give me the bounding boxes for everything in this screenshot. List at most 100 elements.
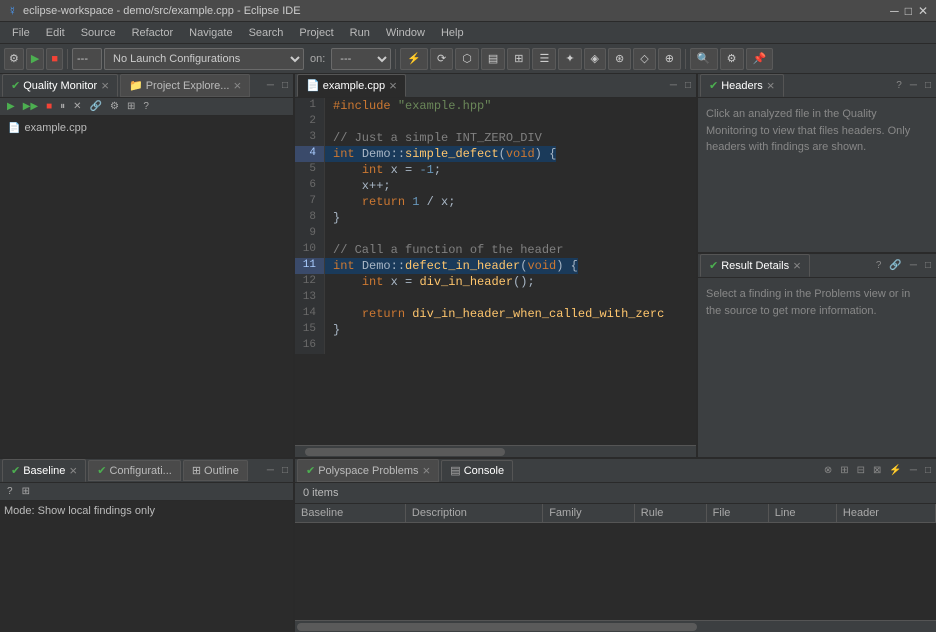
toolbar-btn-10[interactable]: ◇ — [633, 48, 655, 70]
maximize-button[interactable]: □ — [905, 4, 912, 18]
dash-input[interactable] — [72, 48, 102, 70]
lr-btn2[interactable]: ⊟ — [854, 464, 868, 477]
minimize-button[interactable]: ─ — [890, 4, 899, 18]
editor-hscrollbar[interactable] — [295, 445, 696, 457]
toolbar-btn-1[interactable]: ⚡ — [400, 48, 428, 70]
menu-edit[interactable]: Edit — [38, 25, 73, 41]
menu-source[interactable]: Source — [73, 25, 124, 41]
qm-settings-btn[interactable]: ⚙ — [107, 100, 122, 113]
lr-btn1[interactable]: ⊞ — [837, 464, 851, 477]
toolbar-btn-11[interactable]: ⊕ — [658, 48, 681, 70]
lr-filter-btn[interactable]: ⊗ — [821, 464, 835, 477]
tab-result-details[interactable]: ✔ Result Details × — [700, 254, 810, 277]
qm-run2-btn[interactable]: ▶▶ — [20, 100, 41, 113]
pin-toolbar-btn[interactable]: 📌 — [746, 48, 774, 70]
result-link-btn[interactable]: 🔗 — [886, 259, 904, 272]
qm-maximize-btn[interactable]: □ — [279, 79, 291, 92]
lr-maximize-btn[interactable]: □ — [922, 464, 934, 477]
menu-run[interactable]: Run — [342, 25, 378, 41]
tab-example-cpp[interactable]: 📄 example.cpp × — [297, 74, 406, 97]
result-help-btn[interactable]: ? — [873, 259, 885, 272]
code-text-15: } — [325, 322, 340, 338]
stop-button[interactable]: ■ — [46, 48, 63, 70]
ll-settings-btn[interactable]: ⊞ — [19, 485, 33, 498]
lower-hscrollbar[interactable] — [295, 620, 936, 632]
tab-configurati[interactable]: ✔ Configurati... — [88, 460, 181, 481]
pe-tab-close[interactable]: × — [233, 78, 241, 93]
tab-baseline[interactable]: ✔ Baseline × — [2, 459, 86, 482]
editor-tab-close[interactable]: × — [389, 78, 397, 93]
tab-headers[interactable]: ✔ Headers × — [700, 74, 784, 97]
result-minimize-btn[interactable]: ─ — [907, 259, 920, 272]
headers-maximize-btn[interactable]: □ — [922, 79, 934, 92]
headers-tab-close[interactable]: × — [767, 78, 775, 93]
result-tab-close[interactable]: × — [793, 258, 801, 273]
code-text-13 — [325, 290, 340, 306]
qm-run-btn[interactable]: ▶ — [4, 100, 18, 113]
configurati-tab-label: Configurati... — [109, 465, 171, 477]
menu-search[interactable]: Search — [241, 25, 292, 41]
lr-minimize-btn[interactable]: ─ — [907, 464, 920, 477]
on-select[interactable]: --- — [331, 48, 391, 70]
editor-minimize-btn[interactable]: ─ — [667, 79, 680, 92]
toolbar-btn-9[interactable]: ⊛ — [608, 48, 631, 70]
ll-maximize-btn[interactable]: □ — [279, 464, 291, 477]
lr-btn3[interactable]: ⊠ — [870, 464, 884, 477]
result-maximize-btn[interactable]: □ — [922, 259, 934, 272]
run-button[interactable]: ▶ — [26, 48, 44, 70]
tab-project-explorer[interactable]: 📁 Project Explore... × — [120, 74, 250, 97]
qm-pause-btn[interactable]: ⏸ — [57, 100, 68, 113]
lr-btn4[interactable]: ⚡ — [886, 464, 904, 477]
menu-help[interactable]: Help — [433, 25, 472, 41]
qm-clear-btn[interactable]: ✕ — [70, 100, 84, 113]
tab-console[interactable]: ▤ Console — [441, 460, 513, 481]
editor-maximize-btn[interactable]: □ — [682, 79, 694, 92]
toolbar-btn-3[interactable]: ⬡ — [455, 48, 479, 70]
search-toolbar-btn[interactable]: 🔍 — [690, 48, 718, 70]
code-line-11: 11 int Demo::defect_in_header(void) { — [295, 258, 696, 274]
menu-file[interactable]: File — [4, 25, 38, 41]
qm-stop-btn[interactable]: ■ — [43, 100, 55, 113]
menu-window[interactable]: Window — [378, 25, 433, 41]
menu-refactor[interactable]: Refactor — [124, 25, 182, 41]
code-text-3: // Just a simple INT_ZERO_DIV — [325, 130, 542, 146]
menu-navigate[interactable]: Navigate — [181, 25, 240, 41]
launch-config-select[interactable]: No Launch Configurations — [104, 48, 304, 70]
qm-tab-close[interactable]: × — [101, 78, 109, 93]
toolbar-btn-6[interactable]: ☰ — [532, 48, 556, 70]
polyspace-tab-close[interactable]: × — [423, 463, 431, 478]
run-external-button[interactable]: ⚙ — [4, 48, 24, 70]
code-text-11: int Demo::defect_in_header(void) { — [325, 258, 578, 274]
line-num-7: 7 — [295, 194, 325, 210]
qm-expand-btn[interactable]: ⊞ — [124, 100, 138, 113]
menu-project[interactable]: Project — [291, 25, 341, 41]
line-num-13: 13 — [295, 290, 325, 306]
headers-help-btn[interactable]: ? — [893, 79, 905, 92]
close-button[interactable]: ✕ — [918, 4, 928, 18]
baseline-tab-close[interactable]: × — [69, 463, 77, 478]
ll-help-btn[interactable]: ? — [4, 485, 16, 498]
headers-minimize-btn[interactable]: ─ — [907, 79, 920, 92]
qm-link-btn[interactable]: 🔗 — [87, 100, 105, 113]
toolbar-btn-5[interactable]: ⊞ — [507, 48, 530, 70]
tab-polyspace-problems[interactable]: ✔ Polyspace Problems × — [297, 459, 439, 482]
toolbar-btn-2[interactable]: ⟳ — [430, 48, 453, 70]
tab-outline[interactable]: ⊞ Outline — [183, 460, 248, 481]
code-area[interactable]: 1 #include "example.hpp" 2 3 // Just a s… — [295, 98, 696, 445]
toolbar-btn-8[interactable]: ◈ — [584, 48, 606, 70]
ll-minimize-btn[interactable]: ─ — [264, 464, 277, 477]
editor-hscrollbar-thumb[interactable] — [305, 448, 505, 456]
qm-minimize-btn[interactable]: ─ — [264, 79, 277, 92]
settings-toolbar-btn[interactable]: ⚙ — [720, 48, 744, 70]
toolbar-btn-4[interactable]: ▤ — [481, 48, 505, 70]
editor-area[interactable]: 1 #include "example.hpp" 2 3 // Just a s… — [295, 98, 696, 457]
editor-tab-bar: 📄 example.cpp × ─ □ — [295, 74, 696, 98]
toolbar-btn-7[interactable]: ✦ — [558, 48, 581, 70]
col-line: Line — [768, 504, 836, 523]
tree-item-example-cpp[interactable]: 📄 example.cpp — [4, 120, 289, 136]
tab-quality-monitor[interactable]: ✔ Quality Monitor × — [2, 74, 118, 97]
qm-help-btn[interactable]: ? — [140, 100, 152, 113]
code-line-9: 9 — [295, 226, 696, 242]
lower-hscrollbar-thumb[interactable] — [297, 623, 697, 631]
editor-win-controls: ─ □ — [667, 79, 694, 92]
